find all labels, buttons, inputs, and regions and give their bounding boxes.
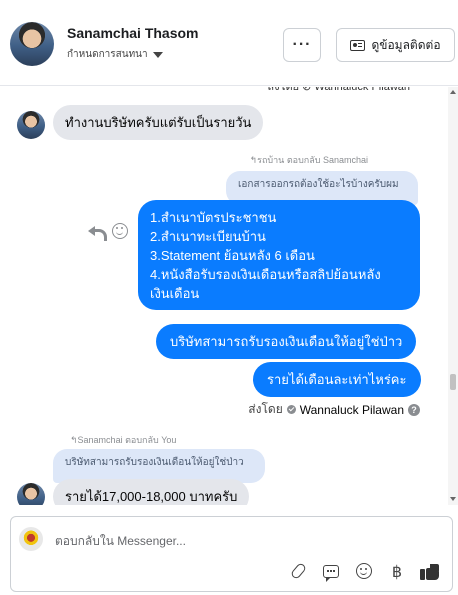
message-line: 3.Statement ย้อนหลัง 6 เดือน [150, 248, 315, 263]
scroll-down-icon[interactable] [450, 497, 456, 501]
contact-name[interactable]: Sanamchai Thasom [67, 25, 199, 41]
more-button[interactable]: ··· [283, 28, 321, 62]
chevron-down-icon [152, 51, 163, 58]
scroll-thumb[interactable] [450, 374, 456, 390]
message-actions [88, 223, 128, 241]
sent-by-previous: ส่งโดย ⊘ Wannaluck Pilawan [267, 87, 411, 93]
attach-button[interactable] [288, 561, 308, 581]
message-line: 4.หนังสือรับรองเงินเดือนหรือสลิปย้อนหลัง [150, 267, 381, 282]
reply-input[interactable]: ตอบกลับใน Messenger... [55, 532, 186, 551]
attach-icon [289, 561, 307, 581]
page-avatar [19, 527, 43, 551]
payment-button[interactable]: ฿ [387, 561, 407, 581]
message-line: เงินเดือน [150, 286, 200, 301]
message-line: 2.สำเนาทะเบียนบ้าน [150, 229, 266, 244]
reply-label: ↰Sanamchai ตอบกลับ You [70, 435, 177, 445]
contact-card-icon [350, 39, 366, 51]
incoming-message[interactable]: ทำงานบริษัทครับแต่รับเป็นรายวัน [53, 105, 264, 140]
outgoing-message[interactable]: บริษัทสามารถรับรองเงินเดือนให้อยู่ใช่ป่า… [156, 324, 417, 359]
check-icon [286, 405, 296, 414]
outgoing-message[interactable]: รายได้เดือนละเท่าไหร่คะ [253, 362, 421, 397]
outgoing-message[interactable]: 1.สำเนาบัตรประชาชน 2.สำเนาทะเบียนบ้าน 3.… [138, 200, 420, 310]
sender-avatar [17, 483, 45, 505]
like-button[interactable] [420, 561, 440, 581]
message-thread[interactable]: ส่งโดย ⊘ Wannaluck Pilawan ทำงานบริษัทคร… [0, 87, 446, 505]
sent-by-name[interactable]: Wannaluck Pilawan [300, 403, 404, 417]
view-contact-label: ดูข้อมูลติดต่อ [371, 37, 441, 52]
message-line: 1.สำเนาบัตรประชาชน [150, 210, 277, 225]
view-contact-button[interactable]: ดูข้อมูลติดต่อ [336, 28, 455, 62]
conversation-menu-label: กำหนดการสนทนา [67, 49, 148, 60]
sent-by-prefix: ส่งโดย [248, 402, 283, 416]
composer-actions: ฿ [288, 561, 440, 582]
thread-scrollbar[interactable] [448, 87, 458, 505]
quoted-message[interactable]: บริษัทสามารถรับรองเงินเดือนให้อยู่ใช่ป่า… [53, 449, 265, 483]
sent-by: ส่งโดย Wannaluck Pilawan ? [248, 400, 420, 419]
conversation-header: Sanamchai Thasom กำหนดการสนทนา ··· ดูข้อ… [0, 0, 458, 86]
sender-avatar [17, 111, 45, 139]
saved-reply-button[interactable] [321, 561, 341, 582]
emoji-button[interactable] [354, 561, 374, 581]
help-icon[interactable]: ? [408, 403, 420, 416]
contact-avatar[interactable] [10, 22, 54, 66]
composer: ตอบกลับใน Messenger... ฿ [10, 516, 453, 592]
react-smile-icon[interactable] [112, 223, 128, 239]
baht-icon: ฿ [391, 561, 403, 581]
reply-icon[interactable] [88, 224, 107, 241]
reply-label: ↰รถบ้าน ตอบกลับ Sanamchai [249, 155, 368, 165]
saved-reply-icon [323, 564, 339, 582]
conversation-menu[interactable]: กำหนดการสนทนา [67, 47, 163, 62]
emoji-icon [356, 563, 372, 579]
scroll-up-icon[interactable] [450, 90, 456, 94]
like-icon [420, 562, 440, 580]
incoming-message[interactable]: รายได้17,000-18,000 บาทครับ [53, 479, 250, 505]
